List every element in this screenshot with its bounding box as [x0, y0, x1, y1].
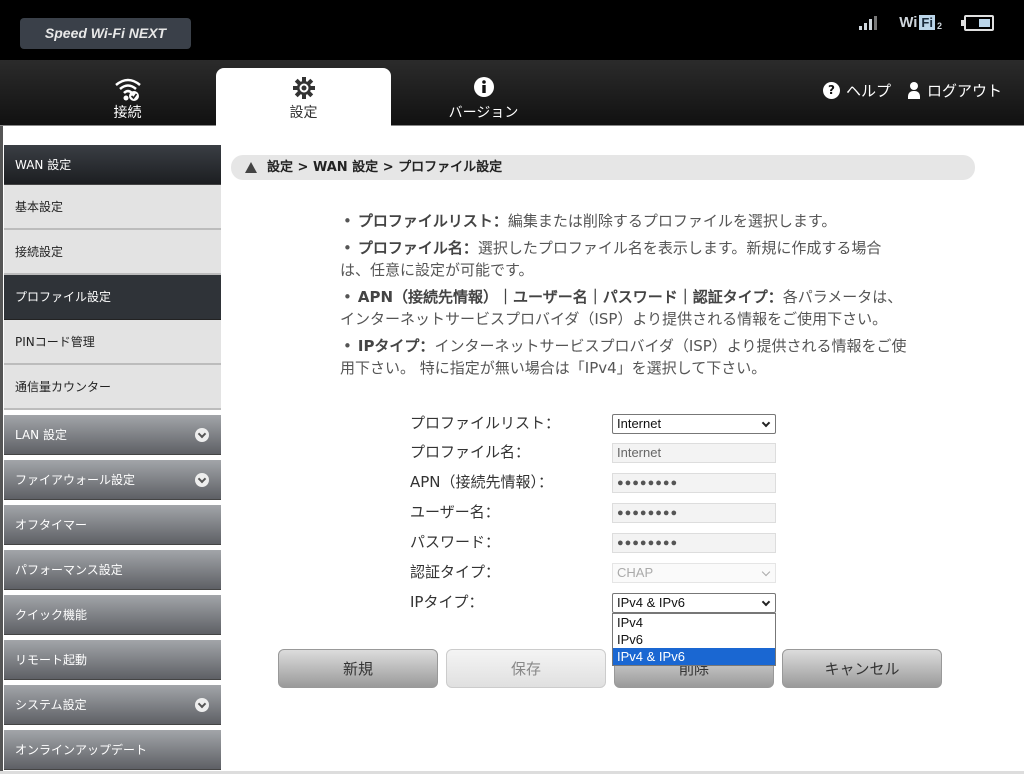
warning-triangle-icon — [245, 162, 257, 173]
main-nav: 接続 設定 バージョン ? ヘルプ ログアウト — [0, 60, 1024, 126]
help-icon[interactable]: ? — [822, 82, 840, 99]
sidebar-item-remote-wakeup[interactable]: リモート起動 — [4, 640, 221, 680]
help-link[interactable]: ヘルプ — [846, 80, 891, 101]
sidebar-item-quick-functions[interactable]: クイック機能 — [4, 595, 221, 635]
sidebar-item-wan-settings[interactable]: WAN 設定 — [4, 145, 221, 185]
ip-type-option-ipv4-ipv6[interactable]: IPv4 & IPv6 — [613, 648, 775, 665]
tab-version[interactable]: バージョン — [396, 68, 571, 126]
help-description: • プロファイルリスト：編集または削除するプロファイルを選択します。 • プロファイ… — [340, 210, 910, 384]
sidebar-item-profile-settings[interactable]: プロファイル設定 — [4, 275, 221, 320]
username-row: ユーザー名： ●●●●●●●● — [410, 501, 780, 523]
profile-list-row: プロファイルリスト： Internet — [410, 412, 780, 434]
sidebar-item-data-counter[interactable]: 通信量カウンター — [4, 365, 221, 410]
auth-type-row: 認証タイプ： CHAP — [410, 561, 780, 583]
device-status: Wi Fi 2 — [859, 14, 994, 31]
wifi-status-icon: Wi Fi 2 — [899, 14, 942, 31]
password-input[interactable]: ●●●●●●●● — [612, 533, 776, 553]
sidebar: WAN 設定 基本設定 接続設定 プロファイル設定 PINコード管理 通信量カウ… — [4, 145, 221, 775]
apn-input[interactable]: ●●●●●●●● — [612, 473, 776, 493]
username-input[interactable]: ●●●●●●●● — [612, 503, 776, 523]
signal-bars-icon — [859, 15, 878, 30]
chevron-down-icon — [761, 597, 771, 607]
help-logout-area: ? ヘルプ ログアウト — [822, 80, 1002, 101]
ip-type-select[interactable]: IPv4 & IPv6 — [612, 593, 776, 613]
profile-list-select[interactable]: Internet — [612, 414, 776, 434]
sidebar-item-off-timer[interactable]: オフタイマー — [4, 505, 221, 545]
sidebar-item-online-update[interactable]: オンラインアップデート — [4, 730, 221, 770]
description-item: • プロファイル名：選択したプロファイル名を表示します。新規に作成する場合は、任意… — [340, 239, 882, 279]
brand-logo: Speed Wi-Fi NEXT — [20, 18, 191, 49]
wifi-check-icon — [40, 76, 215, 102]
ip-type-option-ipv4[interactable]: IPv4 — [613, 614, 775, 631]
user-icon — [907, 82, 921, 99]
sidebar-item-system-settings[interactable]: システム設定 — [4, 685, 221, 725]
password-row: パスワード： ●●●●●●●● — [410, 531, 780, 553]
gear-icon — [216, 76, 391, 102]
tab-connection[interactable]: 接続 — [40, 68, 215, 126]
tab-settings[interactable]: 設定 — [216, 68, 391, 126]
profile-name-row: プロファイル名： Internet — [410, 441, 780, 463]
ip-type-dropdown-list: IPv4 IPv6 IPv4 & IPv6 — [612, 613, 776, 666]
info-icon — [396, 76, 571, 102]
cancel-button[interactable]: キャンセル — [782, 649, 942, 688]
sidebar-item-firewall-settings[interactable]: ファイアウォール設定 — [4, 460, 221, 500]
ip-type-row: IPタイプ： IPv4 & IPv6 — [410, 591, 780, 613]
description-item: • APN（接続先情報）｜ユーザー名｜パスワード｜認証タイプ：各パラメータは、イン… — [340, 288, 903, 328]
top-status-bar: Speed Wi-Fi NEXT Wi Fi 2 — [0, 0, 1024, 60]
chevron-down-icon — [195, 473, 209, 487]
chevron-down-icon — [195, 428, 209, 442]
new-button[interactable]: 新規 — [278, 649, 438, 688]
profile-name-input[interactable]: Internet — [612, 443, 776, 463]
logout-link[interactable]: ログアウト — [927, 80, 1002, 101]
chevron-down-icon — [195, 698, 209, 712]
description-item: • IPタイプ：インターネットサービスプロバイダ（ISP）より提供される情報をご使… — [340, 337, 907, 377]
description-item: • プロファイルリスト：編集または削除するプロファイルを選択します。 — [343, 212, 837, 230]
left-border — [0, 126, 3, 774]
breadcrumb: 設定 > WAN 設定 > プロファイル設定 — [231, 155, 975, 180]
sidebar-item-connection-settings[interactable]: 接続設定 — [4, 230, 221, 275]
save-button[interactable]: 保存 — [446, 649, 606, 688]
sidebar-item-basic-settings[interactable]: 基本設定 — [4, 185, 221, 230]
battery-icon — [961, 14, 994, 31]
sidebar-item-lan-settings[interactable]: LAN 設定 — [4, 415, 221, 455]
chevron-down-icon — [761, 567, 771, 577]
sidebar-item-pin-management[interactable]: PINコード管理 — [4, 320, 221, 365]
apn-row: APN（接続先情報）： ●●●●●●●● — [410, 471, 780, 493]
sidebar-item-performance-settings[interactable]: パフォーマンス設定 — [4, 550, 221, 590]
chevron-down-icon — [761, 418, 771, 428]
auth-type-select: CHAP — [612, 563, 776, 583]
ip-type-option-ipv6[interactable]: IPv6 — [613, 631, 775, 648]
